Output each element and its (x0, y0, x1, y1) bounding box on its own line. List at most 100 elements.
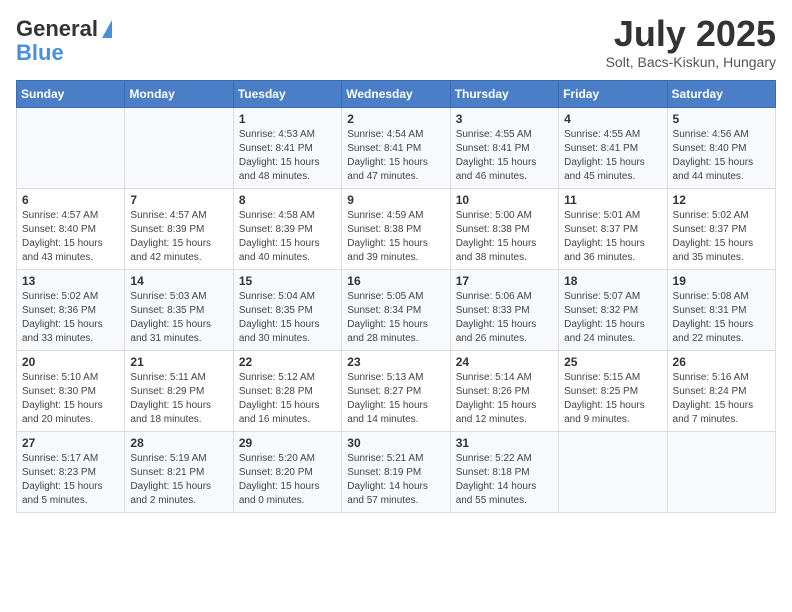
day-info: Sunrise: 5:12 AM Sunset: 8:28 PM Dayligh… (239, 371, 336, 427)
day-info: Sunrise: 4:55 AM Sunset: 8:41 PM Dayligh… (564, 128, 661, 184)
day-info: Sunrise: 5:04 AM Sunset: 8:35 PM Dayligh… (239, 290, 336, 346)
calendar-week-5: 27 Sunrise: 5:17 AM Sunset: 8:23 PM Dayli… (17, 432, 776, 513)
calendar-cell: 31 Sunrise: 5:22 AM Sunset: 8:18 PM Dayli… (450, 432, 558, 513)
calendar-cell: 10 Sunrise: 5:00 AM Sunset: 8:38 PM Dayli… (450, 189, 558, 270)
calendar-cell: 27 Sunrise: 5:17 AM Sunset: 8:23 PM Dayli… (17, 432, 125, 513)
calendar-header-thursday: Thursday (450, 81, 558, 108)
day-number: 8 (239, 193, 336, 207)
calendar-cell: 11 Sunrise: 5:01 AM Sunset: 8:37 PM Dayli… (559, 189, 667, 270)
calendar-cell: 9Sunrise: 4:59 AM Sunset: 8:38 PM Daylig… (342, 189, 450, 270)
day-info: Sunrise: 4:54 AM Sunset: 8:41 PM Dayligh… (347, 128, 444, 184)
day-info: Sunrise: 5:00 AM Sunset: 8:38 PM Dayligh… (456, 209, 553, 265)
day-number: 29 (239, 436, 336, 450)
day-info: Sunrise: 5:17 AM Sunset: 8:23 PM Dayligh… (22, 452, 119, 508)
day-info: Sunrise: 5:21 AM Sunset: 8:19 PM Dayligh… (347, 452, 444, 508)
month-year-title: July 2025 (606, 16, 776, 52)
day-number: 19 (673, 274, 770, 288)
calendar-cell: 7Sunrise: 4:57 AM Sunset: 8:39 PM Daylig… (125, 189, 233, 270)
day-info: Sunrise: 5:05 AM Sunset: 8:34 PM Dayligh… (347, 290, 444, 346)
day-info: Sunrise: 5:01 AM Sunset: 8:37 PM Dayligh… (564, 209, 661, 265)
day-info: Sunrise: 5:14 AM Sunset: 8:26 PM Dayligh… (456, 371, 553, 427)
logo: General Blue (16, 16, 112, 66)
day-number: 21 (130, 355, 227, 369)
calendar-cell: 4 Sunrise: 4:55 AM Sunset: 8:41 PM Daylig… (559, 108, 667, 189)
calendar-cell: 12Sunrise: 5:02 AM Sunset: 8:37 PM Dayli… (667, 189, 775, 270)
day-number: 27 (22, 436, 119, 450)
day-number: 22 (239, 355, 336, 369)
calendar-cell: 26 Sunrise: 5:16 AM Sunset: 8:24 PM Dayli… (667, 351, 775, 432)
day-info: Sunrise: 5:02 AM Sunset: 8:37 PM Dayligh… (673, 209, 770, 265)
calendar-header-wednesday: Wednesday (342, 81, 450, 108)
day-info: Sunrise: 5:13 AM Sunset: 8:27 PM Dayligh… (347, 371, 444, 427)
day-number: 16 (347, 274, 444, 288)
calendar-cell: 6Sunrise: 4:57 AM Sunset: 8:40 PM Daylig… (17, 189, 125, 270)
day-number: 4 (564, 112, 661, 126)
day-number: 13 (22, 274, 119, 288)
day-number: 5 (673, 112, 770, 126)
calendar-cell: 2 Sunrise: 4:54 AM Sunset: 8:41 PM Daylig… (342, 108, 450, 189)
day-number: 2 (347, 112, 444, 126)
title-area: July 2025 Solt, Bacs-Kiskun, Hungary (606, 16, 776, 70)
calendar-cell: 19 Sunrise: 5:08 AM Sunset: 8:31 PM Dayli… (667, 270, 775, 351)
day-info: Sunrise: 5:16 AM Sunset: 8:24 PM Dayligh… (673, 371, 770, 427)
calendar-cell: 25 Sunrise: 5:15 AM Sunset: 8:25 PM Dayli… (559, 351, 667, 432)
day-info: Sunrise: 5:15 AM Sunset: 8:25 PM Dayligh… (564, 371, 661, 427)
location-subtitle: Solt, Bacs-Kiskun, Hungary (606, 54, 776, 70)
calendar-cell: 30 Sunrise: 5:21 AM Sunset: 8:19 PM Dayli… (342, 432, 450, 513)
day-number: 30 (347, 436, 444, 450)
day-number: 28 (130, 436, 227, 450)
calendar-cell: 20Sunrise: 5:10 AM Sunset: 8:30 PM Dayli… (17, 351, 125, 432)
day-number: 15 (239, 274, 336, 288)
calendar-table: SundayMondayTuesdayWednesdayThursdayFrid… (16, 80, 776, 513)
calendar-header-sunday: Sunday (17, 81, 125, 108)
day-number: 9 (347, 193, 444, 207)
day-info: Sunrise: 5:08 AM Sunset: 8:31 PM Dayligh… (673, 290, 770, 346)
day-info: Sunrise: 5:03 AM Sunset: 8:35 PM Dayligh… (130, 290, 227, 346)
day-number: 26 (673, 355, 770, 369)
day-number: 20 (22, 355, 119, 369)
day-number: 6 (22, 193, 119, 207)
calendar-cell: 28 Sunrise: 5:19 AM Sunset: 8:21 PM Dayli… (125, 432, 233, 513)
day-info: Sunrise: 4:53 AM Sunset: 8:41 PM Dayligh… (239, 128, 336, 184)
day-number: 1 (239, 112, 336, 126)
calendar-cell: 23Sunrise: 5:13 AM Sunset: 8:27 PM Dayli… (342, 351, 450, 432)
calendar-header-tuesday: Tuesday (233, 81, 341, 108)
day-number: 14 (130, 274, 227, 288)
day-number: 17 (456, 274, 553, 288)
calendar-cell: 22 Sunrise: 5:12 AM Sunset: 8:28 PM Dayli… (233, 351, 341, 432)
calendar-header-friday: Friday (559, 81, 667, 108)
logo-general: General (16, 16, 98, 42)
day-info: Sunrise: 5:19 AM Sunset: 8:21 PM Dayligh… (130, 452, 227, 508)
day-info: Sunrise: 5:22 AM Sunset: 8:18 PM Dayligh… (456, 452, 553, 508)
day-info: Sunrise: 4:55 AM Sunset: 8:41 PM Dayligh… (456, 128, 553, 184)
day-info: Sunrise: 5:20 AM Sunset: 8:20 PM Dayligh… (239, 452, 336, 508)
calendar-week-1: 1 Sunrise: 4:53 AM Sunset: 8:41 PM Daylig… (17, 108, 776, 189)
day-number: 11 (564, 193, 661, 207)
logo-blue: Blue (16, 40, 64, 66)
day-number: 10 (456, 193, 553, 207)
day-number: 24 (456, 355, 553, 369)
calendar-cell: 14 Sunrise: 5:03 AM Sunset: 8:35 PM Dayli… (125, 270, 233, 351)
day-info: Sunrise: 4:57 AM Sunset: 8:39 PM Dayligh… (130, 209, 227, 265)
calendar-cell: 5 Sunrise: 4:56 AM Sunset: 8:40 PM Daylig… (667, 108, 775, 189)
page-header: General Blue July 2025 Solt, Bacs-Kiskun… (16, 16, 776, 70)
calendar-cell: 15 Sunrise: 5:04 AM Sunset: 8:35 PM Dayli… (233, 270, 341, 351)
calendar-cell (125, 108, 233, 189)
day-info: Sunrise: 5:07 AM Sunset: 8:32 PM Dayligh… (564, 290, 661, 346)
day-info: Sunrise: 5:02 AM Sunset: 8:36 PM Dayligh… (22, 290, 119, 346)
calendar-cell: 21Sunrise: 5:11 AM Sunset: 8:29 PM Dayli… (125, 351, 233, 432)
calendar-cell: 24 Sunrise: 5:14 AM Sunset: 8:26 PM Dayli… (450, 351, 558, 432)
day-number: 3 (456, 112, 553, 126)
calendar-week-3: 13 Sunrise: 5:02 AM Sunset: 8:36 PM Dayli… (17, 270, 776, 351)
calendar-cell: 16 Sunrise: 5:05 AM Sunset: 8:34 PM Dayli… (342, 270, 450, 351)
day-number: 25 (564, 355, 661, 369)
calendar-cell (559, 432, 667, 513)
day-info: Sunrise: 4:56 AM Sunset: 8:40 PM Dayligh… (673, 128, 770, 184)
day-number: 31 (456, 436, 553, 450)
calendar-cell: 8Sunrise: 4:58 AM Sunset: 8:39 PM Daylig… (233, 189, 341, 270)
calendar-week-2: 6Sunrise: 4:57 AM Sunset: 8:40 PM Daylig… (17, 189, 776, 270)
logo-triangle-icon (102, 20, 112, 38)
calendar-header-row: SundayMondayTuesdayWednesdayThursdayFrid… (17, 81, 776, 108)
calendar-cell (17, 108, 125, 189)
calendar-cell: 1 Sunrise: 4:53 AM Sunset: 8:41 PM Daylig… (233, 108, 341, 189)
